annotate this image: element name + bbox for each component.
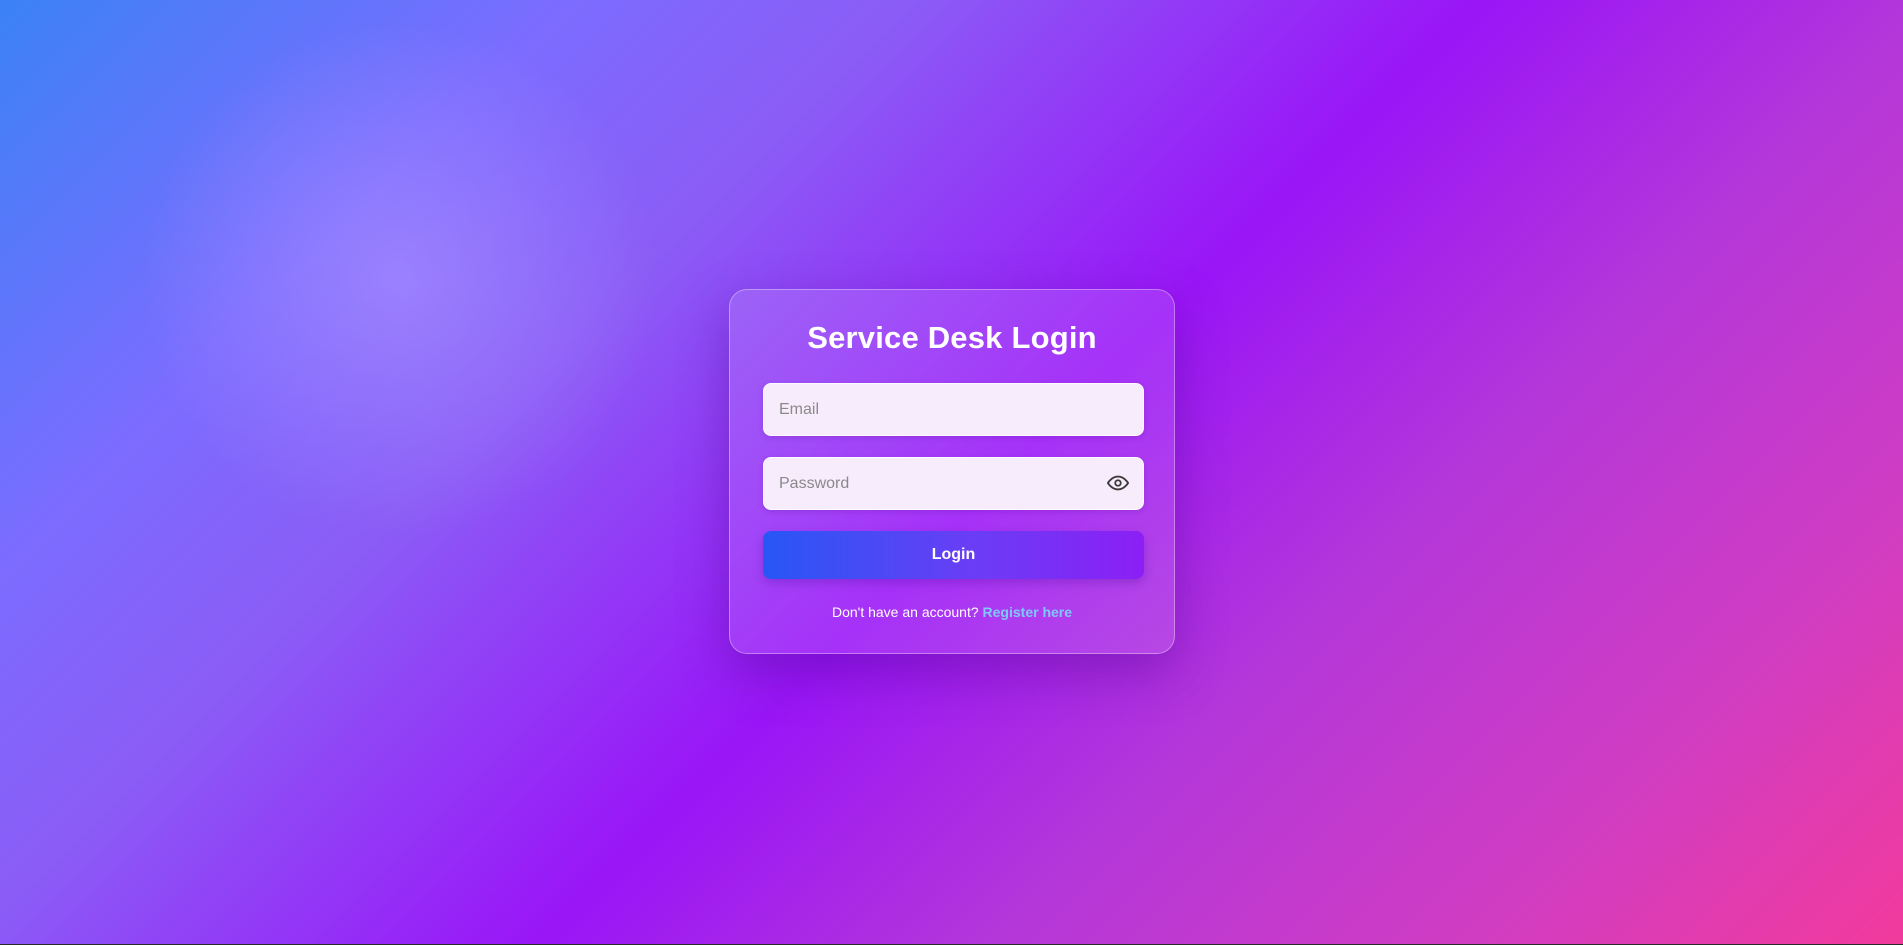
page-title: Service Desk Login — [807, 320, 1097, 355]
register-prompt-text: Don't have an account? — [831, 604, 979, 620]
register-prompt: Don't have an account? Register here — [730, 604, 1174, 620]
eye-icon[interactable] — [1107, 472, 1129, 494]
password-field[interactable] — [764, 458, 1143, 509]
login-card: Service Desk Login Login Don't have an a… — [729, 289, 1175, 654]
background-glow — [120, 0, 680, 560]
password-field-container — [763, 457, 1144, 510]
email-field[interactable] — [764, 384, 1143, 435]
login-button[interactable]: Login — [763, 531, 1144, 579]
login-page: Service Desk Login Login Don't have an a… — [0, 0, 1903, 945]
email-field-container — [763, 383, 1144, 436]
register-link[interactable]: Register here — [983, 604, 1072, 620]
